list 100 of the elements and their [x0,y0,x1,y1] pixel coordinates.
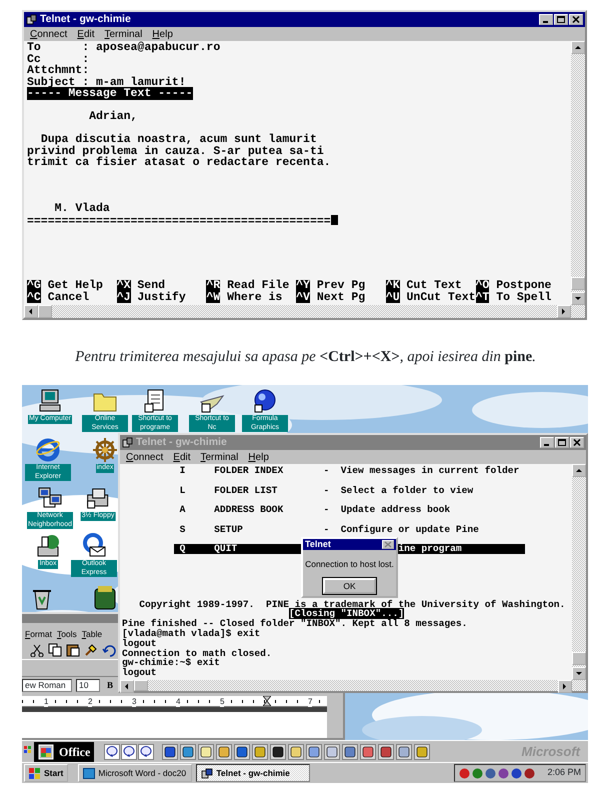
app-icon[interactable] [414,744,430,760]
menu-option[interactable]: FOLDER INDEX [214,466,284,476]
menu-item[interactable]: Connect [126,450,164,464]
help-icon[interactable] [104,744,120,760]
scroll-right-button[interactable] [558,680,572,693]
menu-item[interactable]: Terminal [200,450,238,464]
up-arrow-icon[interactable] [574,44,582,51]
vertical-scrollbar[interactable] [572,464,586,680]
horizontal-scrollbar[interactable] [120,680,586,691]
up-arrow-icon[interactable] [575,467,583,474]
menu-item[interactable]: Table [82,628,102,640]
menu-option[interactable]: QUIT [214,544,238,554]
shortcut-key: ^J [116,292,131,303]
tray-icon[interactable] [524,768,536,778]
shortcut-label: Postpone [496,280,552,292]
app-icon[interactable] [92,585,118,611]
menu-item[interactable]: Help [248,450,269,464]
menu-item[interactable]: Edit [77,26,94,42]
menu-option[interactable]: SETUP [214,524,243,535]
dialog-title: Telnet [305,538,331,551]
menu-item[interactable]: Help [152,26,173,42]
horizontal-scrollbar[interactable] [24,305,585,318]
app-icon[interactable] [216,744,232,760]
undo-icon[interactable] [102,643,116,657]
tray-icon[interactable] [472,768,484,778]
brush-icon[interactable] [84,643,98,657]
help-icon[interactable] [138,744,154,760]
scroll-up-button[interactable] [572,464,586,477]
right-arrow-icon[interactable] [560,308,568,315]
office-icon[interactable] [38,744,54,760]
scroll-thumb[interactable] [38,305,52,318]
app-icon[interactable] [342,744,358,760]
menu-item[interactable]: Edit [173,450,190,464]
shortcut-label: Cancel [48,292,90,303]
scroll-up-button[interactable] [571,41,585,54]
globe-icon[interactable] [252,388,278,414]
shortcut-key: ^K [386,280,400,292]
menu-item[interactable]: Tools [56,628,77,640]
computer-icon[interactable] [37,388,63,414]
scroll-thumb[interactable] [134,680,148,691]
tray-icon[interactable] [459,768,470,778]
shortcut-label: Send [137,280,166,292]
app-icon[interactable] [378,744,394,760]
scroll-thumb[interactable] [571,277,585,290]
browser-icon[interactable] [35,437,61,463]
scissors-icon[interactable] [30,643,44,657]
app-icon[interactable] [234,744,250,760]
app-icon[interactable] [180,744,196,760]
scroll-right-button[interactable] [557,305,571,318]
font-size-field[interactable]: 10 [76,679,100,692]
shortcut-label: Get Help [48,280,103,292]
tray-icon[interactable] [511,768,522,778]
app-icon[interactable] [324,744,340,760]
greeting-line: Adrian, [89,110,138,123]
scroll-left-button[interactable] [120,680,134,693]
help-icon[interactable] [121,744,138,760]
menu-description: View messages in current folder [340,466,520,476]
menu-option[interactable]: FOLDER LIST [214,486,278,496]
down-arrow-icon[interactable] [574,295,582,302]
menu-description: ine program [398,544,462,554]
menu-item[interactable]: Terminal [104,26,142,42]
terminal-line: Copyright 1989-1997. PINE is a trademark of the University of Washington. [139,598,566,610]
app-icon[interactable] [270,744,286,760]
mail-icon[interactable] [81,533,107,559]
taskbar-button[interactable]: Telnet - gw-chimie [196,764,310,782]
scroll-down-button[interactable] [572,667,586,680]
app-icon[interactable] [162,744,178,760]
inbox-icon[interactable] [35,533,61,559]
scroll-thumb[interactable] [572,652,586,665]
left-arrow-icon[interactable] [123,683,131,690]
dash: - [323,505,330,515]
copy-icon[interactable] [48,643,62,657]
down-arrow-icon[interactable] [575,670,583,677]
start-button[interactable]: Start [24,764,68,782]
menu-option[interactable]: ADDRESS BOOK [214,505,284,515]
ok-button[interactable]: OK [323,578,376,594]
vertical-scrollbar[interactable] [571,41,585,305]
app-icon[interactable] [288,744,304,760]
scroll-down-button[interactable] [571,292,585,305]
menu-item[interactable]: Format [25,628,52,640]
scroll-left-button[interactable] [24,305,38,318]
taskbar-button[interactable]: Microsoft Word - doc20 [78,764,192,782]
font-field[interactable]: ew Roman [22,679,72,692]
ship-wheel-icon[interactable] [92,437,118,463]
tray-icon[interactable] [498,768,510,778]
app-icon[interactable] [198,744,214,760]
left-arrow-icon[interactable] [27,308,35,315]
tray-icon[interactable] [485,768,496,778]
indent-marker[interactable] [263,696,271,706]
app-icon[interactable] [396,744,412,760]
app-icon[interactable] [306,744,322,760]
ruler-number: 2 [88,696,92,707]
app-icon[interactable] [360,744,376,760]
ruler-number: 7 [308,696,312,707]
window-title: Telnet - gw-chimie [136,434,227,450]
terminal-line: logout [122,667,157,678]
paste-icon[interactable] [66,643,80,657]
app-icon[interactable] [252,744,268,760]
right-arrow-icon[interactable] [561,683,569,690]
menu-item[interactable]: Connect [30,26,68,42]
